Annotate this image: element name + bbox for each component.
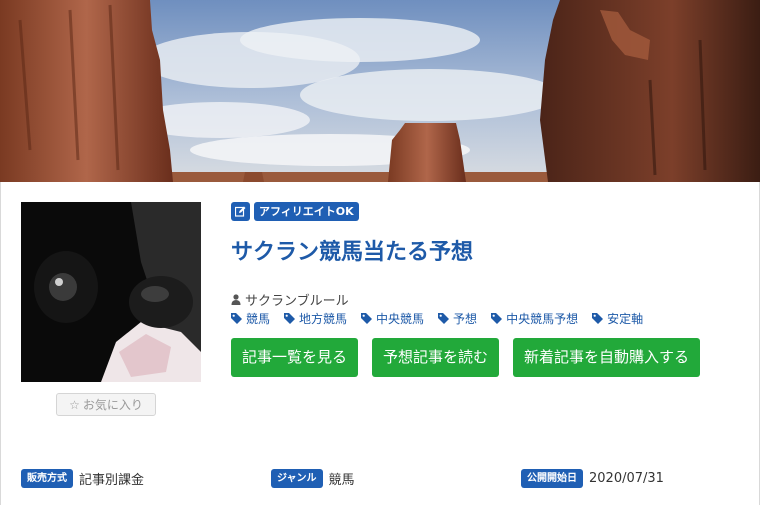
tag-icon [438, 313, 450, 324]
left-border [0, 182, 1, 505]
tag-item[interactable]: 中央競馬予想 [491, 310, 578, 327]
tag-item[interactable]: 予想 [438, 310, 477, 327]
user-icon [231, 294, 241, 305]
author-name: サクランブルール [245, 294, 349, 309]
start-date-label: 公開開始日 [521, 469, 583, 488]
start-date: 公開開始日 2020/07/31 [521, 469, 664, 488]
tag-item[interactable]: 中央競馬 [361, 310, 424, 327]
banner-landscape-image [0, 0, 760, 182]
action-buttons: 記事一覧を見る 予想記事を読む 新着記事を自動購入する [231, 338, 701, 377]
profile-avatar[interactable] [21, 202, 201, 382]
tag-label: 競馬 [246, 312, 271, 326]
start-date-value: 2020/07/31 [589, 471, 664, 486]
auto-purchase-button[interactable]: 新着記事を自動購入する [513, 338, 701, 377]
tag-icon [361, 313, 373, 324]
badge-row: アフィリエイトOK [231, 202, 359, 221]
star-outline-icon: ☆ [69, 398, 80, 412]
read-prediction-button[interactable]: 予想記事を読む [372, 338, 500, 377]
dog-photo-image [21, 202, 201, 382]
page-title: サクラン競馬当たる予想 [231, 240, 474, 265]
genre-label: ジャンル [271, 469, 323, 488]
favorite-button[interactable]: ☆ お気に入り [56, 393, 156, 416]
tag-label: 中央競馬予想 [506, 312, 579, 326]
tag-icon [491, 313, 503, 324]
favorite-label: お気に入り [82, 398, 143, 412]
tag-icon [231, 313, 242, 324]
tag-label: 安定軸 [607, 312, 644, 326]
tag-item[interactable]: 安定軸 [592, 310, 643, 327]
tag-label: 中央競馬 [376, 312, 425, 326]
tag-icon [592, 313, 604, 324]
article-list-button[interactable]: 記事一覧を見る [231, 338, 359, 377]
tag-item[interactable]: 競馬 [231, 310, 270, 327]
author-link[interactable]: サクランブルール [231, 290, 349, 309]
tag-label: 地方競馬 [299, 312, 348, 326]
tag-item[interactable]: 地方競馬 [284, 310, 347, 327]
edit-badge [231, 202, 250, 221]
sales-method: 販売方式 記事別課金 [21, 469, 144, 488]
tag-icon [284, 313, 296, 324]
genre-value[interactable]: 競馬 [329, 469, 355, 488]
header-banner [0, 0, 760, 182]
genre: ジャンル 競馬 [271, 469, 355, 488]
edit-icon [235, 206, 246, 217]
tag-list: 競馬 地方競馬 中央競馬 予想 中央競馬予想 安定軸 [231, 310, 643, 327]
sales-method-label: 販売方式 [21, 469, 73, 488]
tag-label: 予想 [453, 312, 478, 326]
affiliate-badge: アフィリエイトOK [254, 202, 359, 221]
sales-method-value: 記事別課金 [79, 473, 145, 488]
right-border [759, 182, 760, 505]
